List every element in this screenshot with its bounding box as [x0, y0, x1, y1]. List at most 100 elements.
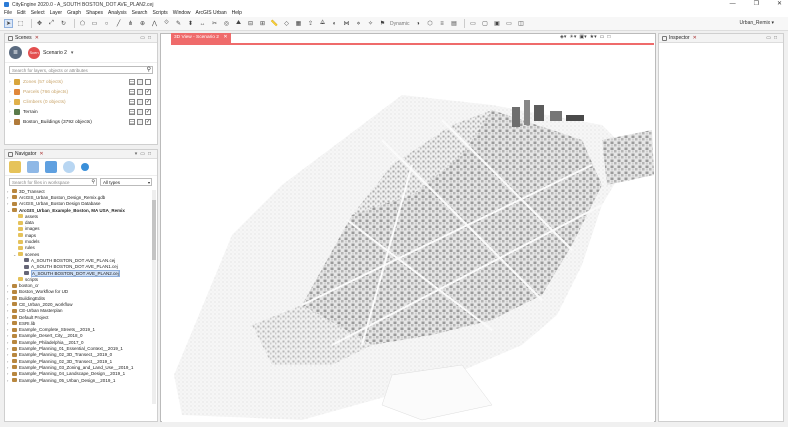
menu-select[interactable]: Select — [31, 10, 45, 16]
street-tool-icon[interactable]: ╱ — [114, 19, 123, 28]
file-search-input[interactable]: Search for files in workspace ⚲ — [9, 178, 97, 186]
visibility-checkbox[interactable]: ✓ — [145, 89, 151, 95]
scenario-badge[interactable]: Scen — [28, 46, 40, 59]
lock-icon[interactable] — [137, 109, 143, 115]
camera-icon[interactable]: ◈▾ — [560, 34, 566, 40]
display-icon[interactable]: ▣▾ — [579, 34, 586, 40]
menu-arcgis-urban[interactable]: ArcGIS Urban — [196, 10, 227, 16]
move-tool-icon[interactable]: ✥ — [35, 19, 44, 28]
graph-icon[interactable]: ⋈ — [342, 19, 351, 28]
rectangle-tool-icon[interactable]: ▭ — [90, 19, 99, 28]
scrollbar-thumb[interactable] — [152, 200, 156, 260]
file-type-filter[interactable]: All types ▾ — [100, 178, 152, 186]
minimize-button[interactable]: — — [730, 0, 736, 9]
scenario-selector[interactable]: Scenario 2 — [43, 50, 67, 56]
layer-icon[interactable]: ◇ — [282, 19, 291, 28]
lock-icon[interactable] — [137, 99, 143, 105]
compass-icon[interactable]: ✧ — [366, 19, 375, 28]
panel-icon[interactable]: ▣ — [492, 19, 501, 28]
extrude-icon[interactable]: ⬍ — [186, 19, 195, 28]
polygon-tool-icon[interactable]: ⬠ — [78, 19, 87, 28]
globe-icon[interactable] — [45, 161, 57, 173]
menu-help[interactable]: Help — [232, 10, 242, 16]
scenes-panel-controls[interactable]: ▭□ — [140, 35, 154, 41]
light-icon[interactable]: ☀▾ — [569, 34, 576, 40]
rotate-tool-icon[interactable]: ↻ — [59, 19, 68, 28]
circle-tool-icon[interactable]: ○ — [102, 19, 111, 28]
layer-grid-icon[interactable] — [129, 119, 135, 125]
chevron-down-icon[interactable]: ▾ — [71, 50, 74, 56]
layer-row[interactable]: › Boston_Buildings (3792 objects) ✓ — [5, 117, 157, 127]
layer-row[interactable]: › Parcels (766 objects) ✓ — [5, 87, 157, 97]
export-icon[interactable]: ⇪ — [306, 19, 315, 28]
frame-icon[interactable]: ▢ — [480, 19, 489, 28]
menu-analysis[interactable]: Analysis — [108, 10, 127, 16]
lock-icon[interactable] — [137, 79, 143, 85]
layer-grid-icon[interactable] — [129, 89, 135, 95]
scene-stack-icon[interactable]: ≣ — [9, 46, 22, 59]
inspector-panel-controls[interactable]: ▭□ — [766, 35, 780, 41]
tree-scrollbar[interactable] — [152, 190, 156, 404]
close-icon[interactable]: ✕ — [223, 35, 227, 40]
edit-street-icon[interactable]: ⋀ — [150, 19, 159, 28]
scenes-close-icon[interactable]: ✕ — [35, 35, 39, 41]
pin-tool-icon[interactable]: ⊕ — [138, 19, 147, 28]
layer-row[interactable]: › Zones (57 objects) — [5, 77, 157, 87]
align-icon[interactable]: ⊟ — [246, 19, 255, 28]
visibility-checkbox[interactable] — [145, 79, 151, 85]
node-icon[interactable]: ⋄ — [354, 19, 363, 28]
terrain-icon[interactable]: ⛰ — [234, 19, 243, 28]
visibility-checkbox[interactable]: ✓ — [145, 119, 151, 125]
measure-icon[interactable]: 📏 — [270, 19, 279, 28]
cone-icon[interactable]: ⟁ — [318, 19, 327, 28]
search-icon[interactable]: ⚲ — [147, 67, 151, 74]
navigator-panel-controls[interactable]: ▾▭□ — [135, 151, 154, 157]
lock-icon[interactable] — [137, 89, 143, 95]
dims-icon[interactable]: ↔ — [198, 19, 207, 28]
viewport-tab[interactable]: 3D View - Scenario 2 ✕ — [171, 33, 231, 43]
layer-grid-icon[interactable] — [129, 109, 135, 115]
folder-icon[interactable] — [9, 161, 21, 173]
menu-file[interactable]: File — [4, 10, 12, 16]
tree-item[interactable]: › Example_Planning_05_Urban_Design__2019_… — [7, 377, 157, 383]
bookmark-icon[interactable]: ⚑ — [378, 19, 387, 28]
layer-grid-icon[interactable] — [129, 79, 135, 85]
select-tool-icon[interactable]: ➤ — [4, 19, 13, 28]
window-icon[interactable]: ◫ — [516, 19, 525, 28]
box-icon[interactable]: ▭ — [468, 19, 477, 28]
cut-icon[interactable]: ✂ — [210, 19, 219, 28]
report-icon[interactable]: ▤ — [449, 19, 458, 28]
navigator-close-icon[interactable]: ✕ — [39, 151, 43, 157]
menu-graph[interactable]: Graph — [67, 10, 81, 16]
palette-icon[interactable]: ◐ — [330, 19, 339, 28]
menu-search[interactable]: Search — [132, 10, 148, 16]
upload-icon[interactable] — [27, 161, 39, 173]
layer-row[interactable]: › Climbers (0 objects) ✓ — [5, 97, 157, 107]
layer-grid-icon[interactable] — [129, 99, 135, 105]
menu-edit[interactable]: Edit — [17, 10, 26, 16]
menu-window[interactable]: Window — [173, 10, 191, 16]
transform-icon[interactable]: ⟐ — [162, 19, 171, 28]
grow-street-icon[interactable]: ⋔ — [126, 19, 135, 28]
inspector-close-icon[interactable]: ✕ — [693, 35, 697, 41]
shadow-icon[interactable]: ◑ — [413, 19, 422, 28]
scale-tool-icon[interactable]: ⤢ — [47, 19, 56, 28]
close-button[interactable]: ✕ — [777, 0, 782, 9]
3d-viewport[interactable] — [162, 45, 654, 422]
user-menu[interactable]: Urban_Remix ▾ — [740, 20, 774, 26]
menu-scripts[interactable]: Scripts — [152, 10, 167, 16]
cloud-icon[interactable] — [63, 161, 75, 173]
layer-row[interactable]: › Terrain ✓ — [5, 107, 157, 117]
arcgis-icon[interactable] — [81, 163, 89, 171]
lock-icon[interactable] — [137, 119, 143, 125]
layer-search-input[interactable]: Search for layers, objects or attributes… — [9, 66, 153, 74]
menu-layer[interactable]: Layer — [50, 10, 63, 16]
visibility-checkbox[interactable]: ✓ — [145, 109, 151, 115]
offset-icon[interactable]: ◎ — [222, 19, 231, 28]
search-icon[interactable]: ⚲ — [91, 179, 95, 186]
box2-icon[interactable]: ▭ — [504, 19, 513, 28]
shape-icon[interactable]: ⬡ — [425, 19, 434, 28]
maximize-button[interactable]: ❐ — [754, 0, 759, 9]
city-model-render[interactable] — [162, 45, 654, 422]
rule-icon[interactable]: ≡ — [437, 19, 446, 28]
